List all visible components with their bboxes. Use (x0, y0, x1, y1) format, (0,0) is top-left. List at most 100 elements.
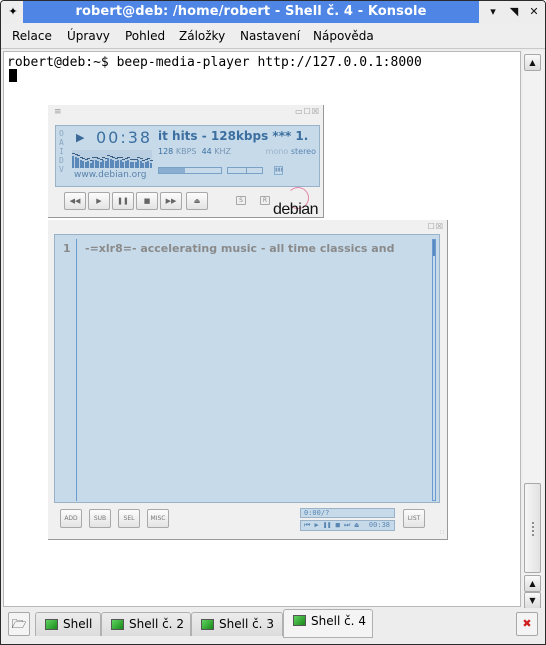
clutter-o[interactable]: O (59, 129, 66, 138)
scroll-up-button[interactable]: ▲ (524, 575, 541, 592)
player-menu-icon[interactable]: ≡ (54, 107, 62, 117)
resize-grip-icon[interactable]: ∷ (440, 529, 444, 536)
visualizer-peak (149, 160, 153, 161)
clutter-v[interactable]: V (59, 165, 66, 174)
grip-icon (532, 522, 534, 536)
visualizer-bar (149, 163, 152, 168)
equalizer-button[interactable]: ▮▮▮ (274, 166, 283, 175)
scroll-down-button[interactable]: ▼ (524, 592, 541, 609)
samplerate-unit: KHZ (214, 147, 232, 156)
repeat-button[interactable]: R (260, 196, 270, 205)
playlist-window-buttons[interactable]: ☐☒ (428, 222, 444, 231)
terminal-prompt: robert@deb:~$ (7, 55, 117, 70)
close-session-icon: ✖ (522, 617, 532, 630)
bitrate-value: 128 (158, 147, 174, 156)
playlist-mini-controls[interactable]: ⏮ ▶ ❚❚ ■ ⏭ ⏏ 00:38 (300, 520, 395, 531)
visualizer-peak (119, 157, 123, 158)
playlist-list[interactable]: 1 -=xlr8=- accelerating music - all time… (54, 234, 440, 503)
previous-button[interactable]: ◀◀ (64, 192, 86, 210)
misc-button[interactable]: MISC (147, 509, 169, 528)
terminal-command: beep-media-player http://127.0.0.1:8000 (116, 55, 422, 70)
tab-label: Shell č. 2 (129, 617, 184, 631)
new-session-button[interactable]: 🗁 (8, 612, 30, 636)
mini-control-icons[interactable]: ⏮ ▶ ❚❚ ■ ⏭ ⏏ (304, 521, 359, 529)
terminal-icon (293, 615, 306, 626)
play-button[interactable]: ▶ (88, 192, 110, 210)
tab-shell[interactable]: Shell (35, 612, 101, 636)
player-window-buttons[interactable]: ▭☐☒ (295, 107, 320, 116)
title-area[interactable]: robert@deb: /home/robert - Shell č. 4 - … (23, 1, 479, 23)
visualizer-peak (142, 160, 145, 161)
menu-relace[interactable]: Relace (12, 29, 52, 43)
visualizer[interactable] (72, 150, 153, 168)
stop-button[interactable]: ■ (136, 192, 158, 210)
konsole-window: ✦ robert@deb: /home/robert - Shell č. 4 … (0, 0, 546, 645)
time-display[interactable]: 00:38 (96, 128, 152, 147)
beep-player-window: ≡ ▭☐☒ O A I D V ▶ 00:38 www.debian.org i… (48, 105, 324, 434)
menu-zalozky[interactable]: Záložky (179, 29, 225, 43)
volume-divider (246, 168, 247, 173)
pin-icon[interactable]: ✦ (5, 4, 21, 20)
visualizer-peak (114, 158, 118, 159)
tab-shell-2[interactable]: Shell č. 2 (101, 612, 191, 636)
add-button[interactable]: ADD (60, 509, 82, 528)
close-button[interactable]: ✕ (526, 4, 542, 20)
tab-bar: 🗁 Shell Shell č. 2 Shell č. 3 Shell č. 4… (1, 608, 545, 644)
visualizer-peak (77, 155, 80, 156)
sel-button[interactable]: SEL (118, 509, 140, 528)
volume-balance-slider[interactable] (227, 167, 263, 174)
play-status-icon: ▶ (76, 131, 85, 144)
shuffle-button[interactable]: S (236, 196, 246, 205)
scroll-up-top-button[interactable]: ▲ (524, 54, 541, 71)
terminal-scrollbar[interactable]: ▲ ▲ ▼ (523, 51, 543, 609)
seek-bar[interactable] (158, 167, 222, 174)
next-button[interactable]: ▶▶ (160, 192, 182, 210)
visualizer-peak (144, 159, 148, 160)
tab-label: Shell (63, 617, 93, 631)
menu-napoveda[interactable]: Nápověda (313, 29, 374, 43)
debian-logo: debian (273, 201, 319, 218)
eject-button[interactable]: ⏏ (186, 192, 208, 210)
clutter-d[interactable]: D (59, 156, 66, 165)
visualizer-peak (127, 157, 130, 158)
samplerate-value: 44 (201, 147, 212, 156)
clutterbar[interactable]: O A I D V (59, 129, 66, 174)
sub-button[interactable]: SUB (89, 509, 111, 528)
mini-time: 00:38 (368, 521, 390, 529)
bitrate-unit: KBPS (175, 147, 197, 156)
maximize-button[interactable]: ◥ (506, 4, 522, 20)
menu-nastaveni[interactable]: Nastavení (240, 29, 300, 43)
title-bar: ✦ robert@deb: /home/robert - Shell č. 4 … (1, 1, 545, 23)
playlist-scrollbar-thumb[interactable] (433, 240, 435, 256)
scrollbar-thumb[interactable] (524, 483, 541, 573)
menu-upravy[interactable]: Úpravy (67, 29, 110, 43)
tab-label: Shell č. 4 (311, 614, 366, 628)
channel-mode: mono stereo (266, 147, 316, 156)
tab-label: Shell č. 3 (219, 617, 274, 631)
visualizer-peak (122, 159, 125, 160)
playlist-entry-number: 1 (63, 242, 71, 255)
stereo-indicator: stereo (290, 147, 316, 156)
pause-button[interactable]: ❚❚ (112, 192, 134, 210)
mono-indicator: mono (265, 147, 289, 156)
minimize-button[interactable]: ▾ (485, 4, 501, 20)
playlist-entry-title[interactable]: -=xlr8=- accelerating music - all time c… (85, 242, 394, 255)
song-title: it hits - 128kbps *** 1. (158, 129, 309, 143)
terminal-icon (201, 619, 214, 630)
clutter-i[interactable]: I (59, 147, 66, 156)
terminal-icon (45, 619, 58, 630)
visualizer-peak (84, 159, 88, 160)
terminal-command-line: robert@deb:~$ beep-media-player http://1… (7, 55, 422, 70)
tab-shell-3[interactable]: Shell č. 3 (191, 612, 283, 636)
terminal-cursor (9, 69, 17, 82)
clutter-a[interactable]: A (59, 138, 66, 147)
visualizer-peak (87, 158, 90, 159)
close-session-button[interactable]: ✖ (516, 612, 538, 636)
menu-pohled[interactable]: Pohled (125, 29, 165, 43)
player-display: O A I D V ▶ 00:38 www.debian.org it hits… (55, 125, 320, 434)
playlist-scrollbar[interactable] (432, 239, 436, 501)
tab-shell-4[interactable]: Shell č. 4 (283, 609, 373, 638)
list-button[interactable]: LIST (403, 509, 425, 528)
visualizer-peak (139, 158, 143, 159)
playlist-time-readout: 0:00/? (300, 508, 395, 518)
